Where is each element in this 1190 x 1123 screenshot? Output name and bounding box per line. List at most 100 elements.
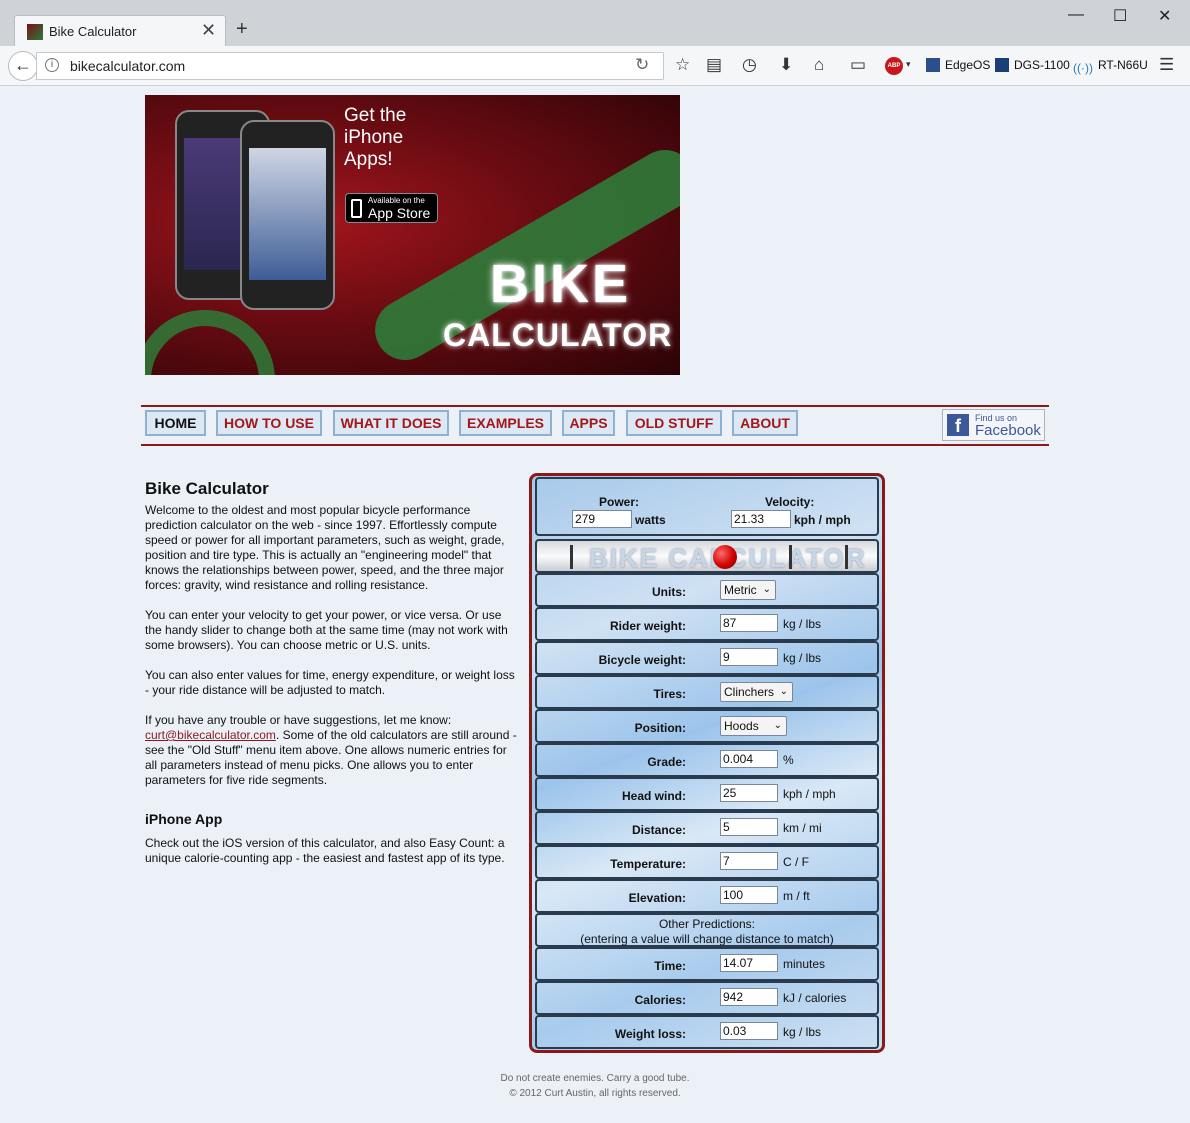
minimize-icon[interactable]: — — [1068, 6, 1084, 24]
favicon-icon — [27, 24, 43, 40]
email-link[interactable]: curt@bikecalculator.com — [145, 728, 276, 742]
calculator-panel: Power: 279 watts Velocity: 21.33 kph / m… — [529, 473, 885, 1053]
position-select[interactable]: Hoods ⌄ — [720, 716, 787, 736]
close-tab-icon[interactable]: ✕ — [201, 20, 216, 41]
other-predictions-row: Other Predictions: (entering a value wil… — [535, 913, 879, 947]
rider-weight-label: Rider weight: — [609, 619, 686, 633]
tires-select[interactable]: Clinchers ⌄ — [720, 682, 793, 702]
nav-old-stuff[interactable]: OLD STUFF — [626, 410, 722, 436]
grade-input[interactable]: 0.004 — [720, 750, 778, 768]
banner-headline-line: Get the — [344, 105, 407, 126]
history-icon[interactable]: ◷ — [742, 55, 757, 75]
tires-row: Tires: Clinchers ⌄ — [535, 675, 879, 709]
bicycle-weight-label: Bicycle weight: — [598, 653, 686, 667]
temperature-input[interactable]: 7 — [720, 852, 778, 870]
distance-unit: km / mi — [783, 821, 822, 835]
bicycle-weight-row: Bicycle weight: 9 kg / lbs — [535, 641, 879, 675]
distance-row: Distance: 5 km / mi — [535, 811, 879, 845]
url-text[interactable]: bikecalculator.com — [70, 58, 185, 74]
page-title: Bike Calculator — [145, 479, 269, 498]
grade-label: Grade: — [647, 755, 686, 769]
download-icon[interactable]: ⬇ — [779, 55, 793, 75]
back-icon[interactable]: ← — [8, 51, 38, 81]
bookmark-edgeos[interactable]: EdgeOS — [926, 58, 990, 72]
banner-headline: Get the iPhone Apps! — [344, 105, 406, 171]
slider-handle[interactable] — [713, 545, 737, 569]
bookmark-edgeos-label: EdgeOS — [945, 58, 991, 72]
dlink-icon — [995, 58, 1009, 72]
distance-input[interactable]: 5 — [720, 818, 778, 836]
rider-weight-input[interactable]: 87 — [720, 614, 778, 632]
bicycle-weight-input[interactable]: 9 — [720, 648, 778, 666]
power-label: Power: — [599, 495, 640, 509]
weight-loss-input[interactable]: 0.03 — [720, 1022, 778, 1040]
info-icon[interactable]: i — [45, 58, 59, 72]
power-input[interactable]: 279 — [572, 510, 632, 528]
window-icon[interactable]: ▭ — [850, 55, 866, 75]
wifi-icon: ((·)) — [1073, 61, 1093, 75]
bookmark-dgs1100-label: DGS-1100 — [1014, 58, 1070, 72]
extra-values-paragraph: You can also enter values for time, ener… — [145, 668, 515, 697]
units-select[interactable]: Metric ⌄ — [720, 580, 776, 600]
usage-paragraph: You can enter your velocity to get your … — [145, 608, 508, 652]
position-label: Position: — [634, 721, 686, 735]
adblock-dropdown-icon[interactable]: ▾ — [906, 59, 911, 70]
browser-tab[interactable]: Bike Calculator ✕ — [14, 15, 226, 47]
nav-apps[interactable]: APPS — [562, 410, 615, 436]
distance-label: Distance: — [631, 823, 686, 837]
maximize-icon[interactable]: ☐ — [1113, 6, 1127, 26]
reading-list-icon[interactable]: ▤ — [706, 55, 722, 75]
close-window-icon[interactable]: ✕ — [1158, 6, 1171, 26]
chevron-down-icon: ⌄ — [779, 686, 788, 697]
app-store-badge[interactable]: Available on the App Store — [345, 193, 438, 223]
intro-content: Bike Calculator Welcome to the oldest an… — [145, 479, 521, 881]
chainring-graphic — [145, 310, 275, 375]
reload-icon[interactable]: ↻ — [635, 55, 649, 75]
slider-tick — [845, 545, 848, 569]
app-store-big-text: App Store — [368, 205, 431, 221]
headwind-input[interactable]: 25 — [720, 784, 778, 802]
adblock-icon[interactable]: ABP — [885, 57, 903, 75]
weight-loss-unit: kg / lbs — [783, 1025, 822, 1039]
temperature-row: Temperature: 7 C / F — [535, 845, 879, 879]
iphone-icon — [351, 199, 362, 218]
bookmark-dgs1100[interactable]: DGS-1100 — [995, 58, 1070, 72]
bicycle-weight-unit: kg / lbs — [783, 651, 822, 665]
calories-row: Calories: 942 kJ / calories — [535, 981, 879, 1015]
speed-slider[interactable]: BIKE CALCULATOR — [535, 539, 879, 573]
home-icon[interactable]: ⌂ — [814, 55, 824, 75]
grade-unit: % — [783, 753, 794, 767]
velocity-input[interactable]: 21.33 — [731, 510, 791, 528]
calories-label: Calories: — [634, 993, 686, 1007]
facebook-button[interactable]: f Find us on Facebook — [942, 409, 1045, 441]
banner-headline-line: Apps! — [344, 149, 393, 170]
bookmark-star-icon[interactable]: ☆ — [675, 55, 690, 75]
weight-loss-label: Weight loss: — [614, 1027, 686, 1041]
elevation-input[interactable]: 100 — [720, 886, 778, 904]
bookmark-rtn66u[interactable]: ((·)) RT-N66U — [1073, 58, 1148, 75]
slider-tick — [789, 545, 792, 569]
nav-what-it-does[interactable]: WHAT IT DOES — [333, 410, 449, 436]
power-velocity-row: Power: 279 watts Velocity: 21.33 kph / m… — [535, 477, 879, 536]
position-row: Position: Hoods ⌄ — [535, 709, 879, 743]
nav-how-to-use[interactable]: HOW TO USE — [216, 410, 322, 436]
calories-unit: kJ / calories — [783, 991, 847, 1005]
rider-weight-unit: kg / lbs — [783, 617, 822, 631]
header-banner[interactable]: Get the iPhone Apps! Available on the Ap… — [145, 95, 680, 375]
browser-titlebar: Bike Calculator ✕ + — ☐ ✕ — [0, 0, 1190, 47]
time-input[interactable]: 14.07 — [720, 954, 778, 972]
calories-input[interactable]: 942 — [720, 988, 778, 1006]
units-selected-value: Metric — [724, 583, 757, 597]
address-bar[interactable]: i bikecalculator.com ↻ — [36, 52, 664, 80]
chevron-down-icon: ⌄ — [773, 720, 782, 731]
hamburger-menu-icon[interactable]: ☰ — [1159, 55, 1174, 75]
tab-title: Bike Calculator — [49, 24, 137, 39]
time-label: Time: — [654, 959, 686, 973]
nav-about[interactable]: ABOUT — [732, 410, 798, 436]
new-tab-icon[interactable]: + — [236, 18, 248, 41]
contact-text-before: If you have any trouble or have suggesti… — [145, 713, 452, 727]
iphone-image-right — [240, 120, 335, 310]
nav-home[interactable]: HOME — [145, 410, 206, 436]
nav-examples[interactable]: EXAMPLES — [459, 410, 552, 436]
power-unit: watts — [635, 513, 666, 527]
